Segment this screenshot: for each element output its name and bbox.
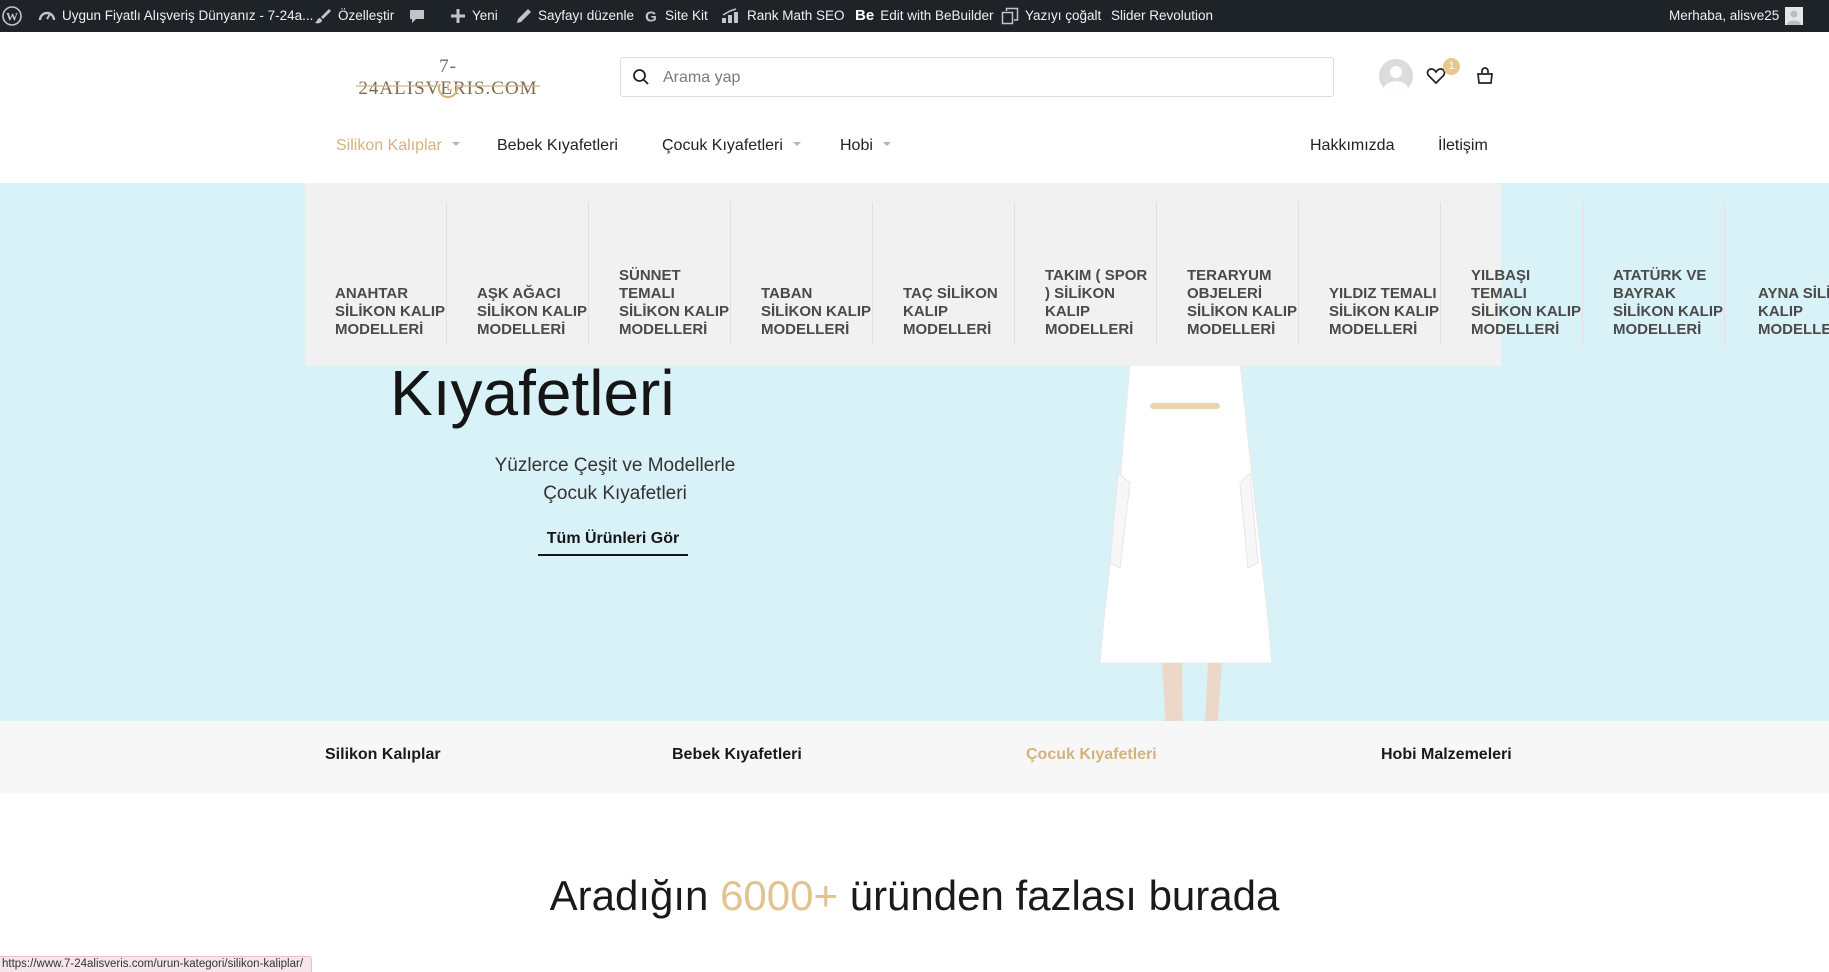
hero-subtitle: Yüzlerce Çeşit ve Modellerle — [494, 455, 736, 476]
nav-label: İletişim — [1438, 137, 1488, 154]
mega-menu-item[interactable]: TABAN SİLİKON KALIP MODELLERİ — [731, 202, 873, 345]
slider-revolution-label: Slider Revolution — [1111, 8, 1214, 23]
category-link-silikon-kaliplar[interactable]: Silikon Kalıplar — [325, 746, 441, 764]
new-content-menu[interactable]: Yeni — [450, 0, 498, 32]
category-bar — [0, 721, 1829, 793]
cart-button[interactable] — [1476, 67, 1496, 87]
mega-menu-item[interactable]: YILBAŞI TEMALI SİLİKON KALIP MODELLERİ — [1441, 202, 1583, 345]
account-avatar-button[interactable] — [1379, 59, 1413, 93]
svg-text:G: G — [645, 9, 657, 25]
wordpress-menu[interactable]: W — [2, 0, 22, 32]
bebuilder-label: Edit with BeBuilder — [880, 8, 994, 23]
nav-label: Silikon Kalıplar — [336, 137, 442, 154]
mega-menu-item[interactable]: TERARYUM OBJELERİ SİLİKON KALIP MODELLER… — [1157, 202, 1299, 345]
my-account-menu[interactable]: Merhaba, alisve25 — [1669, 0, 1804, 32]
mega-menu-item[interactable]: TAKIM ( SPOR ) SİLİKON KALIP MODELLERİ — [1015, 202, 1157, 345]
edit-page-link[interactable]: Sayfayı düzenle — [516, 0, 634, 32]
customize-link[interactable]: Özelleştir — [314, 0, 394, 32]
mega-menu-item[interactable]: ANAHTAR SİLİKON KALIP MODELLERİ — [305, 202, 447, 345]
category-link-cocuk-kiyafetleri[interactable]: Çocuk Kıyafetleri — [1026, 746, 1157, 764]
mega-menu-label: TAKIM ( SPOR ) SİLİKON KALIP MODELLERİ — [1045, 267, 1148, 338]
search-icon — [633, 69, 649, 85]
site-name: Uygun Fiyatlı Alışveriş Dünyanız - 7-24a… — [62, 8, 314, 23]
duplicate-icon — [1001, 7, 1019, 25]
mega-menu-item[interactable]: AYNA SİLİKON KALIP MODELLERİ — [1725, 202, 1829, 345]
nav-label: Çocuk Kıyafetleri — [662, 137, 783, 154]
section-heading: Aradığın 6000+ üründen fazlası burada — [0, 872, 1829, 920]
mega-menu-label: YILDIZ TEMALI SİLİKON KALIP MODELLERİ — [1329, 285, 1439, 338]
admin-bar: W Uygun Fiyatlı Alışveriş Dünyanız - 7-2… — [0, 0, 1829, 32]
shopping-bag-icon — [1477, 67, 1493, 84]
wordpress-icon: W — [2, 6, 22, 26]
mega-menu-label: AYNA SİLİKON KALIP MODELLERİ — [1758, 285, 1829, 338]
rank-math-label: Rank Math SEO — [747, 8, 845, 23]
site-kit-label: Site Kit — [665, 8, 708, 23]
mega-menu-label: TERARYUM OBJELERİ SİLİKON KALIP MODELLER… — [1187, 267, 1297, 338]
user-avatar-icon — [1785, 7, 1804, 25]
heading-text: Aradığın — [549, 872, 721, 919]
category-link-bebek-kiyafetleri[interactable]: Bebek Kıyafetleri — [672, 746, 802, 764]
svg-text:W: W — [6, 10, 18, 24]
wishlist-count-badge: 1 — [1443, 58, 1460, 75]
new-label: Yeni — [472, 8, 498, 23]
mega-menu-item[interactable]: AŞK AĞACI SİLİKON KALIP MODELLERİ — [447, 202, 589, 345]
browser-status-url: https://www.7-24alisveris.com/urun-kateg… — [0, 956, 313, 972]
logo-clock-icon — [356, 83, 540, 99]
search-box[interactable] — [620, 57, 1334, 98]
hero-subtitle: Çocuk Kıyafetleri — [543, 483, 687, 504]
mega-menu-item[interactable]: SÜNNET TEMALI SİLİKON KALIP MODELLERİ — [589, 202, 731, 345]
nav-item-hobi[interactable]: Hobi — [840, 134, 891, 158]
nav-item-cocuk-kiyafetleri[interactable]: Çocuk Kıyafetleri — [662, 134, 801, 158]
heading-text: üründen fazlası burada — [838, 872, 1280, 919]
mega-menu-label: ANAHTAR SİLİKON KALIP MODELLERİ — [335, 285, 445, 338]
site-kit-menu[interactable]: G Site Kit — [643, 0, 708, 32]
rank-math-icon — [722, 8, 738, 23]
mega-menu-item[interactable]: TAÇ SİLİKON KALIP MODELLERİ — [873, 202, 1015, 345]
comments-link[interactable] — [408, 0, 426, 32]
mega-menu-label: SÜNNET TEMALI SİLİKON KALIP MODELLERİ — [619, 267, 729, 338]
bebuilder-icon: Be — [855, 7, 875, 24]
user-avatar-icon — [1379, 59, 1413, 93]
mega-menu-label: ATATÜRK VE BAYRAK SİLİKON KALIP MODELLER… — [1613, 267, 1723, 338]
all-products-link[interactable]: Tüm Ürünleri Gör — [538, 530, 688, 556]
plus-icon — [451, 9, 465, 23]
nav-label: Hakkımızda — [1310, 137, 1395, 154]
chevron-down-icon — [451, 141, 460, 146]
rank-math-menu[interactable]: Rank Math SEO — [721, 0, 845, 32]
google-g-icon: G — [645, 9, 657, 25]
nav-item-silikon-kaliplar[interactable]: Silikon Kalıplar — [336, 134, 460, 158]
nav-item-iletisim[interactable]: İletişim — [1438, 134, 1488, 158]
mega-menu-item[interactable]: YILDIZ TEMALI SİLİKON KALIP MODELLERİ — [1299, 202, 1441, 345]
nav-label: Hobi — [840, 137, 873, 154]
dashboard-icon — [38, 11, 56, 21]
pencil-icon — [517, 9, 531, 23]
nav-item-bebek-kiyafetleri[interactable]: Bebek Kıyafetleri — [497, 134, 618, 158]
customize-label: Özelleştir — [338, 8, 395, 23]
category-link-hobi-malzemeleri[interactable]: Hobi Malzemeleri — [1381, 746, 1512, 764]
mega-menu-label: AŞK AĞACI SİLİKON KALIP MODELLERİ — [477, 285, 587, 338]
duplicate-post-link[interactable]: Yazıyı çoğalt — [1001, 0, 1101, 32]
chevron-down-icon — [792, 141, 801, 146]
duplicate-label: Yazıyı çoğalt — [1025, 8, 1102, 23]
bebuilder-link[interactable]: Be Edit with BeBuilder — [855, 0, 994, 32]
search-input[interactable] — [661, 58, 1325, 98]
heading-accent: 6000+ — [720, 872, 839, 919]
hero-model-image — [1099, 363, 1273, 721]
chevron-down-icon — [882, 141, 891, 146]
comment-icon — [410, 10, 424, 23]
mega-menu-label: YILBAŞI TEMALI SİLİKON KALIP MODELLERİ — [1471, 267, 1581, 338]
site-logo[interactable]: 7-24ALISVERIS.COM — [352, 52, 544, 102]
edit-page-label: Sayfayı düzenle — [538, 8, 635, 23]
greeting-label: Merhaba, alisve25 — [1669, 8, 1780, 23]
nav-label: Bebek Kıyafetleri — [497, 137, 618, 154]
nav-item-hakkimizda[interactable]: Hakkımızda — [1310, 134, 1394, 158]
hero-title: Kıyafetleri — [390, 357, 675, 429]
brush-icon — [315, 9, 331, 24]
slider-revolution-menu[interactable]: Slider Revolution — [1111, 0, 1213, 32]
mega-menu-label: TABAN SİLİKON KALIP MODELLERİ — [761, 285, 871, 338]
mega-menu-item[interactable]: ATATÜRK VE BAYRAK SİLİKON KALIP MODELLER… — [1583, 202, 1725, 345]
site-name-menu[interactable]: Uygun Fiyatlı Alışveriş Dünyanız - 7-24a… — [38, 0, 313, 32]
mega-menu-label: TAÇ SİLİKON KALIP MODELLERİ — [903, 285, 998, 338]
